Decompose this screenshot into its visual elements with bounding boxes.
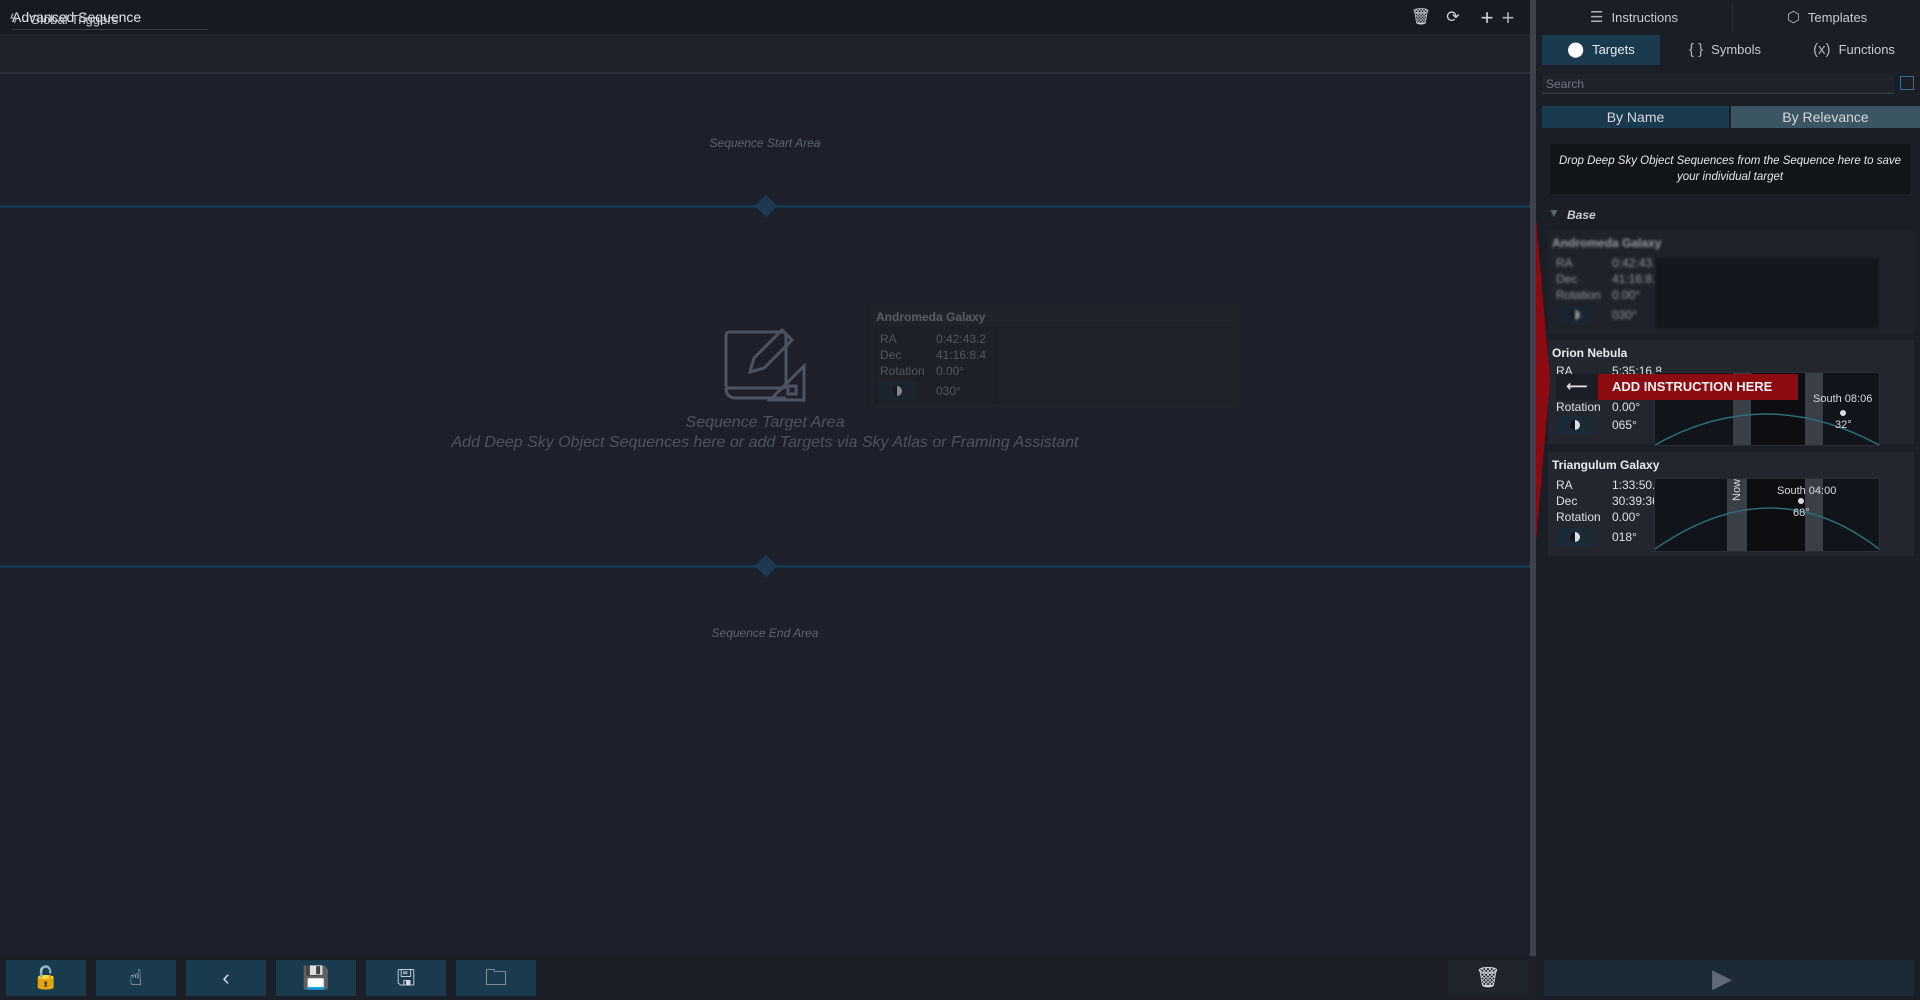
touch-icon: ☝ [129, 965, 143, 990]
play-icon: ▶ [1712, 963, 1732, 993]
end-drop-handle[interactable] [754, 554, 778, 578]
save-all-button[interactable]: 💾 [276, 960, 356, 996]
trash-icon[interactable]: 🗑 [1410, 8, 1432, 28]
trash-icon: 🗑 [1475, 967, 1501, 989]
save-button[interactable]: 🖫 [366, 960, 446, 996]
sequence-start-area-label: Sequence Start Area [709, 136, 821, 150]
dragged-dec-value: 41:16:8.4 [936, 348, 987, 362]
moon-value: 018° [1612, 530, 1637, 544]
plus-icon[interactable]: + [1476, 7, 1498, 29]
sequence-end-area-label: Sequence End Area [711, 626, 819, 640]
drop-indicator [1536, 220, 1550, 540]
max-altitude: 32° [1835, 419, 1852, 431]
sort-by-name-button[interactable]: By Name [1542, 106, 1729, 128]
back-button[interactable]: ‹ [186, 960, 266, 996]
sort-by-relevance-button[interactable]: By Relevance [1731, 106, 1920, 128]
dragged-ra-value: 0:42:43.2 [936, 332, 987, 346]
dragged-dec-label: Dec [880, 348, 902, 362]
back-icon: ‹ [222, 965, 230, 990]
altitude-chart: Now South 04:00 68° [1654, 478, 1880, 552]
dragged-moon-value: 030° [936, 384, 961, 398]
chevron-down-icon[interactable]: ▼ [1548, 206, 1560, 220]
ra-label: RA [1556, 478, 1573, 492]
rotation-label: Rotation [1556, 288, 1601, 302]
add-instruction-label: ADD INSTRUCTION HERE [1612, 379, 1773, 394]
dragged-altitude-chart [998, 328, 1234, 404]
tab-targets[interactable]: ⬤ Targets [1542, 35, 1660, 65]
tab-symbols-label: Symbols [1711, 42, 1762, 57]
altitude-chart [1654, 256, 1880, 330]
rotation-value: 0.00° [1612, 288, 1641, 302]
targets-icon: ⬤ [1567, 41, 1585, 58]
max-altitude: 68° [1793, 507, 1810, 519]
tab-functions-label: Functions [1838, 42, 1895, 57]
rotation-label: Rotation [1556, 510, 1601, 524]
function-icon: (x) [1813, 41, 1831, 58]
start-sequence-button[interactable]: ▶ [1712, 964, 1738, 992]
save-icon: 🖫 [396, 965, 416, 990]
now-marker: Now [1731, 478, 1743, 501]
moon-icon [878, 382, 916, 400]
unlock-icon: 🔓 [32, 965, 60, 990]
rotation-value: 0.00° [1612, 510, 1641, 524]
transit-time: South 08:06 [1813, 393, 1873, 405]
braces-icon: { } [1688, 41, 1704, 58]
global-triggers-bar[interactable] [0, 34, 1530, 74]
moon-icon [1556, 528, 1594, 546]
tab-instructions[interactable]: ☰ Instructions [1536, 3, 1732, 33]
dragged-ra-label: RA [880, 332, 897, 346]
sequence-target-area-title: Sequence Target Area [685, 414, 845, 431]
tab-targets-label: Targets [1592, 42, 1635, 57]
drop-hint: Drop Deep Sky Object Sequences from the … [1550, 144, 1910, 194]
moon-value: 065° [1612, 418, 1637, 432]
start-drop-handle[interactable] [754, 194, 778, 218]
sequence-titlebar [0, 0, 1530, 34]
rotation-label: Rotation [1556, 400, 1601, 414]
tab-templates-label: Templates [1807, 10, 1868, 25]
moon-value: 030° [1612, 308, 1637, 322]
target-card-triangulum[interactable]: Triangulum Galaxy RA 1:33:50.4 Dec 30:39… [1548, 452, 1914, 556]
templates-icon: ⬡ [1786, 9, 1800, 26]
ra-label: RA [1556, 256, 1573, 270]
add-trigger-icon[interactable]: + [1496, 7, 1520, 31]
unlock-button[interactable]: 🔓 [6, 960, 86, 996]
dec-label: Dec [1556, 494, 1578, 508]
arrow-left-icon: ⟵ [1556, 374, 1598, 400]
refresh-icon[interactable]: ⟳ [1442, 8, 1464, 28]
lightning-icon: ϟ [10, 10, 18, 26]
altitude-curve [1654, 479, 1880, 551]
target-card-andromeda[interactable]: Andromeda Galaxy RA 0:42:43.2 Dec 41:16:… [1548, 230, 1914, 334]
instructions-icon: ☰ [1590, 9, 1604, 26]
target-name: Triangulum Galaxy [1552, 458, 1660, 472]
touch-button[interactable]: ☝ [96, 960, 176, 996]
tab-instructions-label: Instructions [1611, 10, 1678, 25]
dragged-target-card: Andromeda Galaxy RA 0:42:43.2 Dec 41:16:… [870, 304, 1240, 408]
load-button[interactable]: 🗀 [456, 960, 536, 996]
load-icon: 🗀 [484, 965, 507, 990]
tab-templates[interactable]: ⬡ Templates [1734, 3, 1920, 33]
sequence-target-icon [724, 327, 806, 402]
dragged-rotation-value: 0.00° [936, 364, 965, 378]
target-name: Orion Nebula [1552, 346, 1628, 360]
moon-icon [1556, 306, 1594, 324]
delete-button[interactable]: 🗑 [1448, 960, 1528, 996]
sequence-target-area-subtitle: Add Deep Sky Object Sequences here or ad… [451, 434, 1079, 451]
group-label-base: Base [1567, 208, 1596, 222]
search-input[interactable]: Search [1542, 74, 1894, 94]
tab-separator [1732, 4, 1733, 32]
dragged-rotation-label: Rotation [880, 364, 925, 378]
transit-time: South 04:00 [1777, 485, 1837, 497]
search-options-icon[interactable] [1900, 76, 1914, 90]
tab-symbols[interactable]: { } Symbols [1664, 35, 1786, 65]
add-instruction-here-indicator: ⟵ ADD INSTRUCTION HERE [1556, 374, 1798, 400]
rotation-value: 0.00° [1612, 400, 1641, 414]
moon-icon [1556, 416, 1594, 434]
dragged-target-name: Andromeda Galaxy [876, 310, 986, 324]
global-triggers-label: Global Triggers [30, 12, 119, 27]
tab-functions[interactable]: (x) Functions [1790, 35, 1918, 65]
target-name: Andromeda Galaxy [1552, 236, 1662, 250]
dec-label: Dec [1556, 272, 1578, 286]
save-all-icon: 💾 [302, 965, 330, 990]
